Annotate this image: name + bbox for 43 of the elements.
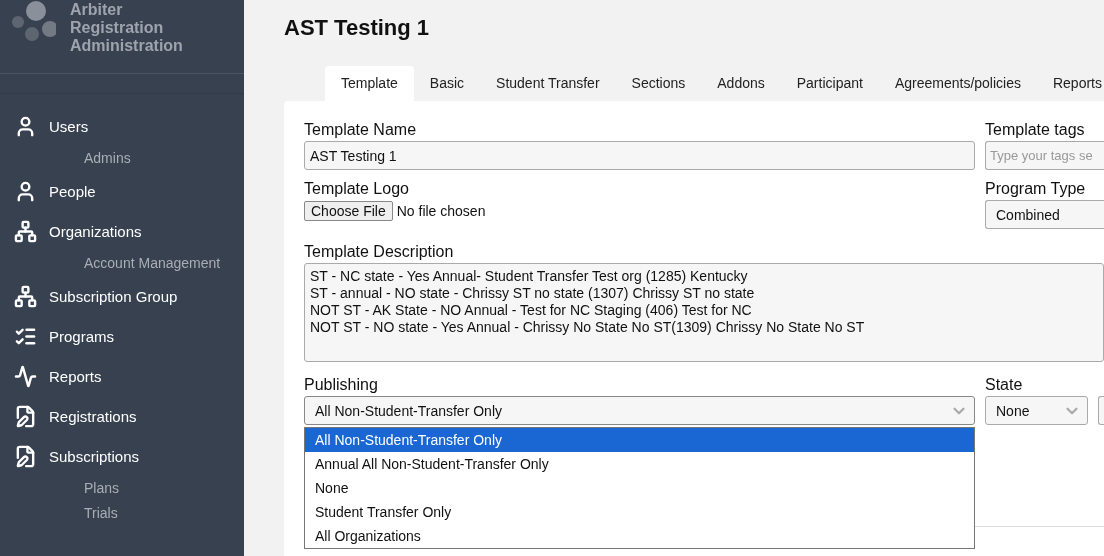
edit-document-icon (14, 444, 37, 468)
program-type-select[interactable]: Combined (985, 200, 1104, 229)
sidebar-subitem[interactable]: Admins (0, 146, 244, 171)
tags-field[interactable]: Type your tags se (985, 141, 1104, 170)
sidebar-item[interactable]: Subscriptions (0, 436, 244, 476)
dropdown-option[interactable]: All Non-Student-Transfer Only (305, 428, 974, 452)
sidebar-item[interactable]: People (0, 171, 244, 211)
sidebar-item[interactable]: Registrations (0, 396, 244, 436)
hierarchy-icon (14, 219, 37, 243)
tab[interactable]: Reports (1036, 66, 1104, 101)
sidebar-subitem[interactable]: Account Management (0, 251, 244, 276)
tab[interactable]: Basic (413, 66, 481, 101)
tab[interactable]: Student Transfer (480, 66, 616, 101)
sidebar-item[interactable]: Organizations (0, 211, 244, 251)
field-label: Template tags (985, 120, 1086, 140)
sidebar-item[interactable]: Reports (0, 356, 244, 396)
field-label: Template Description (304, 242, 455, 262)
edit-document-icon (14, 404, 37, 428)
file-status: No file chosen (396, 203, 486, 219)
sidebar-item[interactable]: Subscription Group (0, 276, 244, 316)
template-name-field[interactable]: AST Testing 1 (304, 141, 975, 170)
publishing-select[interactable]: All Non-Student-Transfer Only (304, 396, 975, 425)
field-label: Program Type (985, 179, 1087, 199)
state-select[interactable]: None (985, 396, 1088, 425)
tab[interactable]: Participant (780, 66, 879, 101)
field-label: Template Logo (304, 179, 410, 199)
sidebar-subitem[interactable]: Plans (0, 476, 244, 501)
tab[interactable]: Sections (615, 66, 702, 101)
field-label: Publishing (304, 375, 379, 395)
description-field[interactable]: ST - NC state - Yes Annual- Student Transfer Test org (1285) Kentucky ST - annual - NO state - Chrissy ST no state (1307) Chrissy ST no state NOT ST - AK State - NO Annual - Test for NC Staging (406) Test for NC NOT ST - NO state - Yes Annual - Chrissy No State No ST(1309) Chrissy No State No ST (304, 263, 1104, 362)
chart-icon (14, 364, 37, 388)
sidebar-item[interactable]: Programs (0, 316, 244, 356)
field-label: State (985, 375, 1024, 395)
app-name: Arbiter Registration Administration (70, 0, 183, 56)
tab[interactable]: Agreements/policies (878, 66, 1037, 101)
hierarchy-icon (14, 284, 37, 308)
sidebar-subitem[interactable]: Trials (0, 501, 244, 526)
sidebar-item[interactable]: Users (0, 106, 244, 146)
choose-file-button[interactable]: Choose File (304, 201, 393, 221)
tab[interactable]: Addons (701, 66, 781, 101)
field-label: Template Name (304, 120, 418, 140)
page-title: AST Testing 1 (284, 14, 431, 42)
tab[interactable]: Template (325, 66, 414, 101)
